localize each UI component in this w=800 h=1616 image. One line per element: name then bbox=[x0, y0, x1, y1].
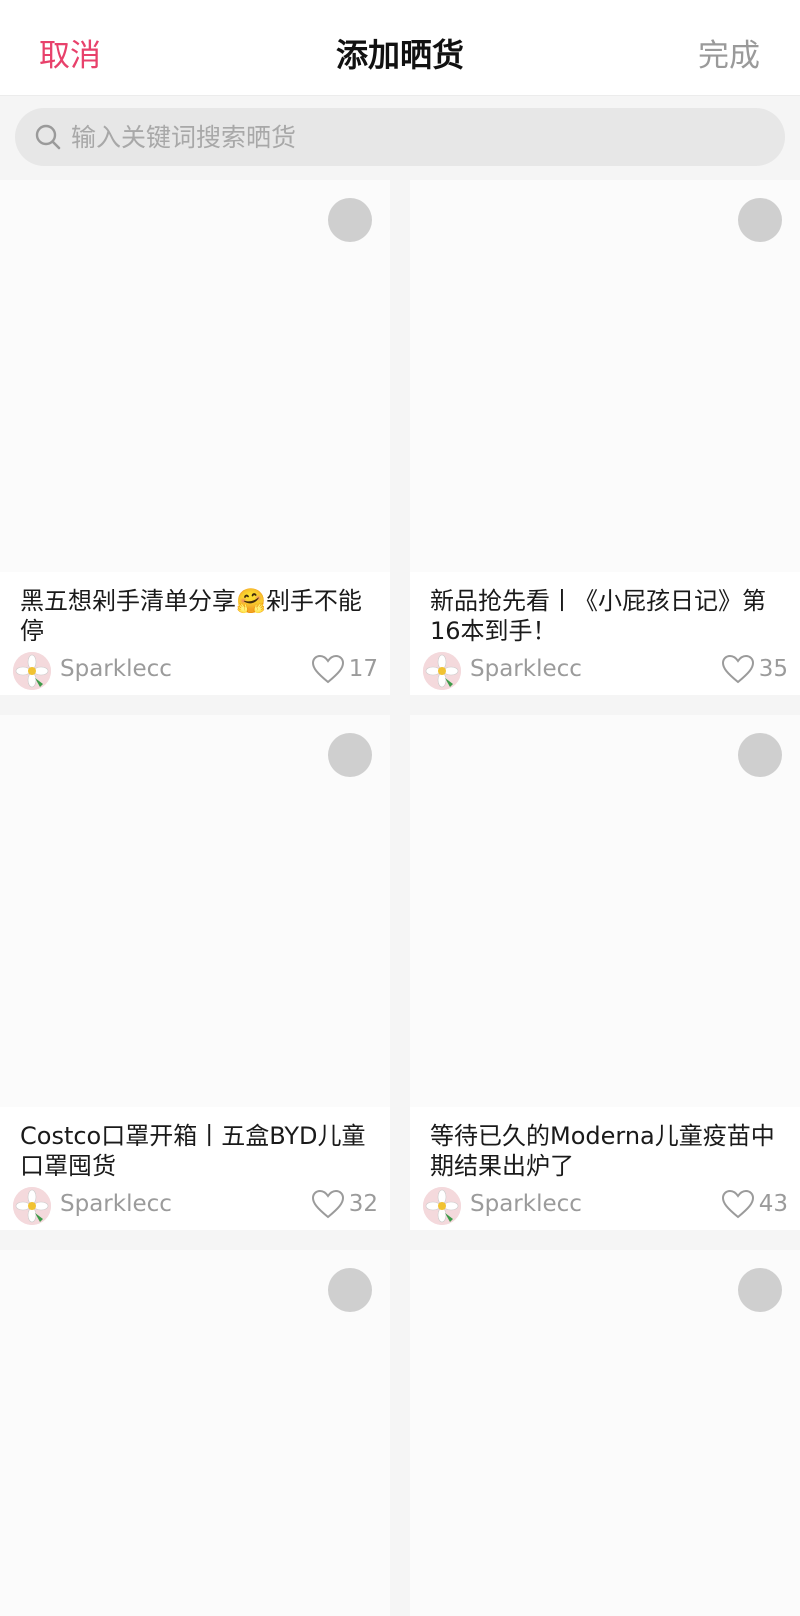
done-button[interactable]: 完成 bbox=[698, 30, 760, 75]
post-title: Costco口罩开箱丨五盒BYD儿童口罩囤货 bbox=[20, 1122, 366, 1180]
post-thumbnail bbox=[410, 715, 800, 1107]
like-count: 32 bbox=[348, 1191, 378, 1217]
post-thumbnail bbox=[0, 1250, 390, 1616]
select-circle[interactable] bbox=[738, 1268, 782, 1312]
flower-avatar-icon bbox=[423, 652, 461, 690]
author-name: Sparklecc bbox=[470, 1191, 582, 1217]
post-title: 等待已久的Moderna儿童疫苗中期结果出炉了 bbox=[430, 1122, 775, 1180]
flower-avatar-icon bbox=[13, 1187, 51, 1225]
like-button[interactable]: 17 bbox=[311, 652, 378, 686]
post-card[interactable]: Costco口罩开箱丨五盒BYD儿童口罩囤货 Sparklecc 32 bbox=[0, 715, 390, 1230]
like-count: 17 bbox=[348, 656, 378, 682]
select-circle[interactable] bbox=[738, 198, 782, 242]
post-title: 黑五想剁手清单分享🤗剁手不能停 bbox=[20, 587, 362, 645]
post-title: 新品抢先看丨《小屁孩日记》第16本到手！ bbox=[430, 587, 766, 645]
post-card[interactable] bbox=[410, 1250, 800, 1616]
flower-avatar-icon bbox=[423, 1187, 461, 1225]
post-card[interactable]: 黑五想剁手清单分享🤗剁手不能停 Sparklecc 17 bbox=[0, 180, 390, 695]
post-thumbnail bbox=[0, 180, 390, 572]
flower-avatar-icon bbox=[13, 652, 51, 690]
author-name: Sparklecc bbox=[60, 1191, 172, 1217]
post-card[interactable] bbox=[0, 1250, 390, 1616]
post-card[interactable]: 等待已久的Moderna儿童疫苗中期结果出炉了 Sparklecc 43 bbox=[410, 715, 800, 1230]
top-nav-bar: 取消 添加晒货 完成 bbox=[0, 0, 800, 96]
avatar bbox=[13, 1187, 51, 1225]
author-name: Sparklecc bbox=[60, 656, 172, 682]
page-title: 添加晒货 bbox=[335, 36, 464, 74]
heart-icon bbox=[311, 654, 344, 684]
post-thumbnail bbox=[410, 1250, 800, 1616]
like-button[interactable]: 43 bbox=[721, 1187, 788, 1221]
heart-icon bbox=[311, 1189, 344, 1219]
select-circle[interactable] bbox=[328, 198, 372, 242]
like-button[interactable]: 32 bbox=[311, 1187, 378, 1221]
post-card[interactable]: 新品抢先看丨《小屁孩日记》第16本到手！ Sparklecc 35 bbox=[410, 180, 800, 695]
select-circle[interactable] bbox=[328, 733, 372, 777]
author-name: Sparklecc bbox=[470, 656, 582, 682]
select-circle[interactable] bbox=[738, 733, 782, 777]
heart-icon bbox=[721, 1189, 754, 1219]
post-thumbnail bbox=[410, 180, 800, 572]
search-bar[interactable] bbox=[15, 108, 785, 166]
post-thumbnail bbox=[0, 715, 390, 1107]
search-bar-container bbox=[0, 96, 800, 180]
avatar bbox=[423, 652, 461, 690]
like-count: 43 bbox=[758, 1191, 788, 1217]
search-icon bbox=[35, 124, 61, 150]
avatar bbox=[13, 652, 51, 690]
heart-icon bbox=[721, 654, 754, 684]
select-circle[interactable] bbox=[328, 1268, 372, 1312]
like-button[interactable]: 35 bbox=[721, 652, 788, 686]
like-count: 35 bbox=[758, 656, 788, 682]
search-input[interactable] bbox=[71, 108, 771, 166]
avatar bbox=[423, 1187, 461, 1225]
